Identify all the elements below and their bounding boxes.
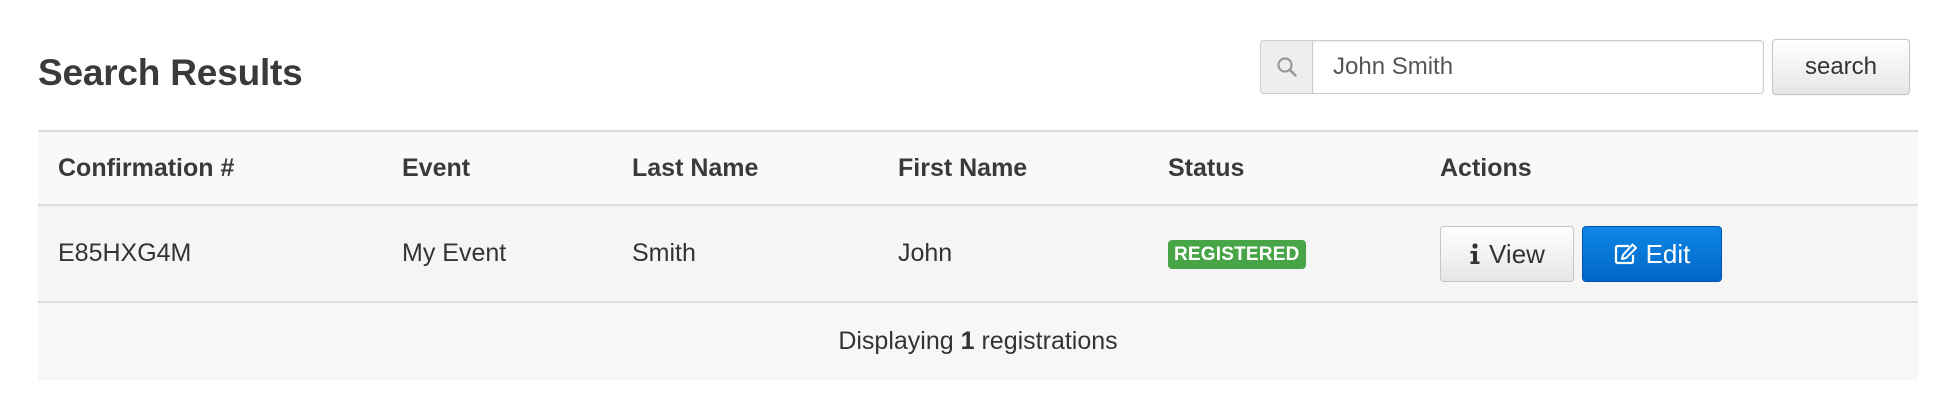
- view-button-label: View: [1489, 238, 1545, 269]
- view-button[interactable]: View: [1440, 226, 1574, 282]
- edit-button[interactable]: Edit: [1582, 226, 1722, 282]
- table-row: E85HXG4M My Event Smith John REGISTERED …: [38, 206, 1918, 303]
- column-header-confirmation: Confirmation #: [58, 153, 235, 182]
- results-summary-prefix: Displaying: [838, 327, 954, 355]
- event-cell: My Event: [402, 239, 507, 267]
- column-header-event: Event: [402, 153, 471, 182]
- first-name-cell: John: [898, 239, 953, 267]
- actions-cell: View Edit: [1440, 226, 1722, 282]
- confirmation-cell: E85HXG4M: [58, 239, 192, 267]
- results-footer: Displaying 1 registrations: [38, 303, 1918, 380]
- edit-icon: [1614, 243, 1637, 265]
- search-results-page: Search Results search Confirmation # Eve…: [0, 0, 1956, 418]
- search-input[interactable]: [1312, 40, 1764, 94]
- status-cell: REGISTERED: [1168, 238, 1306, 269]
- table-header-row: Confirmation # Event Last Name First Nam…: [38, 132, 1918, 206]
- info-icon: [1470, 243, 1480, 264]
- search-bar: search: [1260, 39, 1910, 95]
- page-title: Search Results: [38, 52, 303, 93]
- search-button[interactable]: search: [1772, 39, 1910, 95]
- last-name-cell: Smith: [632, 239, 696, 267]
- column-header-actions: Actions: [1440, 153, 1532, 182]
- column-header-first-name: First Name: [898, 153, 1028, 182]
- results-count: 1: [960, 327, 975, 355]
- column-header-status: Status: [1168, 153, 1245, 182]
- results-summary: Displaying 1 registrations: [838, 327, 1117, 356]
- results-table: Confirmation # Event Last Name First Nam…: [38, 130, 1918, 380]
- search-icon: [1260, 40, 1312, 94]
- status-badge: REGISTERED: [1168, 240, 1306, 269]
- results-summary-suffix: registrations: [981, 327, 1118, 355]
- edit-button-label: Edit: [1645, 238, 1691, 269]
- column-header-last-name: Last Name: [632, 153, 759, 182]
